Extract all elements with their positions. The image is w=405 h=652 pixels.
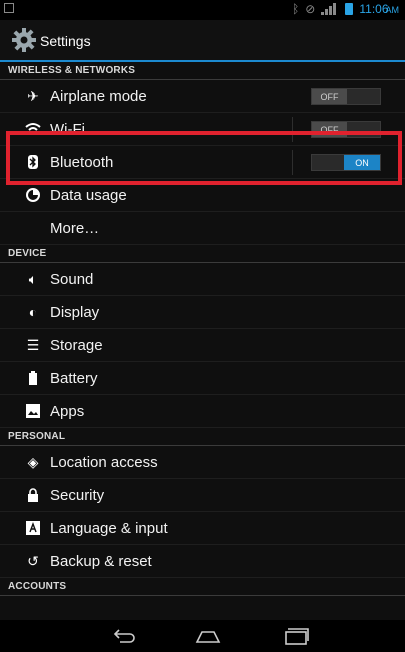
action-bar: Settings [0,20,405,62]
settings-item-display[interactable]: ◐ Display [0,296,405,329]
switch-state-label: OFF [312,122,347,137]
settings-item-airplane-mode[interactable]: ✈ Airplane mode OFF [0,80,405,113]
clock-ampm: AM [385,5,400,15]
settings-item-label: Storage [50,337,103,354]
bluetooth-status-icon: ᛒ [292,2,300,16]
settings-item-language[interactable]: Language & input [0,512,405,545]
settings-item-label: Security [50,487,105,504]
settings-item-label: Battery [50,370,98,387]
settings-gear-icon[interactable] [10,26,38,54]
storage-icon: ☰ [26,336,40,353]
settings-item-bluetooth[interactable]: Bluetooth ON [0,146,405,179]
back-icon[interactable] [110,626,138,646]
backup-icon: ↺ [27,552,39,569]
section-header-accounts: ACCOUNTS [0,578,405,596]
apps-icon [24,402,42,420]
settings-item-label: Language & input [50,520,168,537]
wifi-switch[interactable]: OFF [311,121,381,138]
settings-item-apps[interactable]: Apps [0,395,405,428]
location-icon: ◈ [27,453,39,470]
settings-item-label: Apps [50,403,85,420]
settings-item-backup[interactable]: ↺ Backup & reset [0,545,405,578]
settings-item-battery[interactable]: Battery [0,362,405,395]
bluetooth-switch[interactable]: ON [311,154,381,171]
lock-icon [24,486,42,504]
status-icons: ᛒ ⊘ 11:06AM [292,2,399,16]
bluetooth-icon [24,153,42,171]
no-sim-icon: ⊘ [305,2,316,16]
airplane-icon: ✈ [27,87,39,104]
settings-item-label: More… [50,220,100,237]
settings-item-label: Location access [50,454,158,471]
settings-item-label: Backup & reset [50,553,152,570]
wifi-icon [24,120,42,138]
settings-item-label: Bluetooth [50,154,114,171]
navigation-bar [0,620,405,652]
clock: 11:06 [359,2,389,16]
data-usage-icon [24,186,42,204]
display-icon: ◐ [28,304,38,320]
settings-item-location[interactable]: ◈ Location access [0,446,405,479]
settings-item-label: Sound [50,271,94,288]
settings-item-label: Data usage [50,187,127,204]
section-header-device: DEVICE [0,245,405,263]
settings-item-label: Airplane mode [50,88,147,105]
recent-apps-icon[interactable] [282,626,310,646]
settings-item-sound[interactable]: 🔈︎ Sound [0,263,405,296]
sound-icon: 🔈︎ [28,270,38,287]
settings-item-storage[interactable]: ☰ Storage [0,329,405,362]
status-bar: ᛒ ⊘ 11:06AM [0,0,405,20]
home-icon[interactable] [194,626,222,646]
battery-status-icon [345,3,354,15]
divider [292,117,293,142]
settings-item-label: Display [50,304,100,321]
battery-icon [24,369,42,387]
section-header-personal: PERSONAL [0,428,405,446]
switch-state-label: ON [344,155,380,170]
section-header-wireless: WIRELESS & NETWORKS [0,62,405,80]
settings-list: WIRELESS & NETWORKS ✈ Airplane mode OFF … [0,62,405,596]
settings-item-security[interactable]: Security [0,479,405,512]
android-settings-screen: ᛒ ⊘ 11:06AM Settings WIRELESS & NETWORKS… [0,0,405,652]
settings-item-data-usage[interactable]: Data usage [0,179,405,212]
divider [292,150,293,175]
settings-item-label: Wi-Fi [50,121,85,138]
signal-icon [321,3,339,15]
settings-item-more[interactable]: More… [0,212,405,245]
notification-icon [4,3,14,13]
switch-state-label: OFF [312,89,347,104]
settings-item-wifi[interactable]: Wi-Fi OFF [0,113,405,146]
language-icon [24,519,42,537]
page-title: Settings [40,33,91,49]
airplane-mode-switch[interactable]: OFF [311,88,381,105]
